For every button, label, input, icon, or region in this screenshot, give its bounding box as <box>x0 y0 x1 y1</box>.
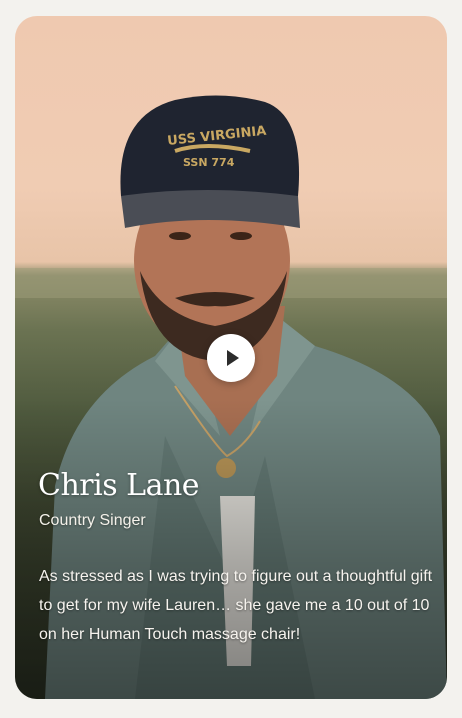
testimonial-quote: As stressed as I was trying to figure ou… <box>39 568 433 643</box>
cap-text-2: SSN 774 <box>183 156 235 169</box>
testimonial-card: USS VIRGINIA SSN 774 Chris Lane Country … <box>15 16 447 699</box>
testimonial-name: Chris Lane <box>38 468 200 503</box>
play-icon <box>227 350 239 366</box>
play-button[interactable] <box>207 334 255 382</box>
testimonial-role: Country Singer <box>39 512 146 529</box>
bottom-gradient-overlay <box>15 399 447 699</box>
